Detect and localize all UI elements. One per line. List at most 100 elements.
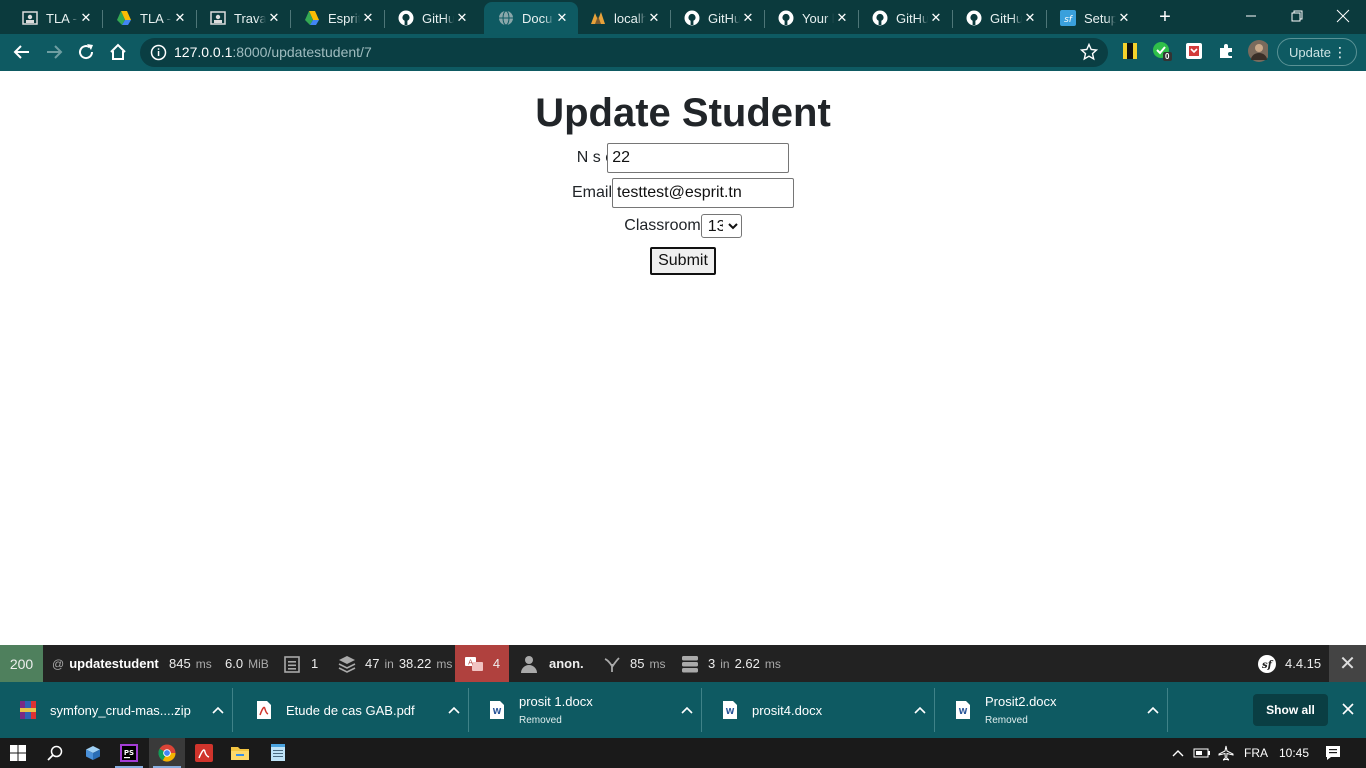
restore-button[interactable]	[1274, 0, 1320, 32]
close-tab-icon[interactable]: ✕	[928, 10, 944, 26]
nsc-input[interactable]	[607, 143, 790, 173]
close-tab-icon[interactable]: ✕	[646, 10, 662, 26]
chevron-up-icon[interactable]	[1138, 706, 1168, 714]
close-tab-icon[interactable]: ✕	[266, 10, 282, 26]
submit-button[interactable]: Submit	[650, 247, 716, 275]
tab-4[interactable]: GitHu ✕	[384, 2, 478, 34]
tab-title: Travai	[234, 10, 266, 26]
chevron-up-icon[interactable]	[439, 706, 469, 714]
close-shelf-button[interactable]	[1338, 699, 1358, 719]
close-window-button[interactable]	[1320, 0, 1366, 32]
show-all-button[interactable]: Show all	[1253, 694, 1328, 726]
tab-1[interactable]: TLA - ✕	[102, 2, 197, 34]
start-button[interactable]	[0, 738, 36, 768]
nsc-row: N s c	[0, 143, 1366, 173]
tab-10[interactable]: GitHu ✕	[952, 2, 1047, 34]
close-tab-icon[interactable]: ✕	[360, 10, 376, 26]
profiler-twig[interactable]: 47 in 38.22 ms	[338, 645, 452, 682]
download-item[interactable]: W Prosit2.docx Removed	[935, 682, 1168, 738]
close-tab-icon[interactable]: ✕	[454, 10, 470, 26]
symfony-icon: sf	[1060, 10, 1076, 26]
info-icon[interactable]	[150, 44, 167, 61]
svg-text:W: W	[726, 707, 735, 716]
tab-7[interactable]: GitHu ✕	[670, 2, 765, 34]
profiler-status[interactable]: 200	[0, 645, 43, 682]
restore-icon	[1291, 10, 1303, 22]
taskbar-app-phpstorm[interactable]: PS	[111, 738, 147, 768]
profiler-events[interactable]: 85 ms	[603, 645, 665, 682]
puzzle-icon[interactable]	[1216, 41, 1236, 61]
tab-5-active[interactable]: Docu ✕	[484, 2, 578, 34]
close-tab-icon[interactable]: ✕	[172, 10, 188, 26]
close-tab-icon[interactable]: ✕	[78, 10, 94, 26]
chevron-up-icon[interactable]	[905, 706, 935, 714]
extension-wallet-icon[interactable]	[1120, 41, 1140, 61]
address-bar[interactable]: 127.0.0.1:8000/updatestudent/7	[140, 38, 1108, 67]
close-tab-icon[interactable]: ✕	[740, 10, 756, 26]
profiler-symfony-version[interactable]: sf 4.4.15	[1258, 645, 1321, 682]
tab-title: GitHu	[990, 10, 1022, 26]
profiler-route[interactable]: @ updatestudent	[43, 645, 159, 682]
tab-8[interactable]: Your l ✕	[764, 2, 859, 34]
classroom-select[interactable]: 13	[700, 214, 742, 238]
home-button[interactable]	[104, 38, 132, 66]
email-input[interactable]	[612, 178, 794, 208]
download-item[interactable]: W prosit 1.docx Removed	[469, 682, 702, 738]
tab-2[interactable]: Travai ✕	[196, 2, 291, 34]
profiler-forms[interactable]: 1	[284, 645, 318, 682]
forms-count: 1	[311, 656, 319, 671]
arrow-right-icon	[47, 45, 63, 59]
airplane-mode-tray[interactable]	[1215, 738, 1237, 768]
star-icon[interactable]	[1080, 43, 1098, 61]
battery-tray[interactable]	[1191, 738, 1213, 768]
minimize-button[interactable]	[1228, 0, 1274, 32]
update-chrome-button[interactable]: Update ⋮	[1277, 38, 1357, 66]
reload-button[interactable]	[72, 38, 100, 66]
errors-count: 4	[492, 656, 501, 671]
chevron-up-icon[interactable]	[672, 706, 702, 714]
close-tab-icon[interactable]: ✕	[1116, 10, 1132, 26]
url-text[interactable]: 127.0.0.1:8000/updatestudent/7	[174, 44, 372, 60]
show-hidden-icons-button[interactable]	[1168, 738, 1188, 768]
taskbar-app-chrome[interactable]	[149, 738, 185, 768]
close-tab-icon[interactable]: ✕	[834, 10, 850, 26]
download-item[interactable]: W prosit4.docx	[702, 682, 935, 738]
clock[interactable]: 10:45	[1276, 738, 1312, 768]
tab-9[interactable]: GitHu ✕	[858, 2, 953, 34]
taskbar-app-3d-viewer[interactable]	[75, 738, 111, 768]
profiler-time[interactable]: 845 ms	[169, 645, 212, 682]
avatar[interactable]	[1248, 40, 1268, 62]
close-tab-icon[interactable]: ✕	[554, 10, 570, 26]
form-clipboard-icon	[284, 655, 300, 673]
input-language[interactable]: FRA	[1241, 738, 1271, 768]
chevron-up-icon[interactable]	[203, 706, 233, 714]
download-separator	[232, 688, 233, 732]
taskbar-app-notepad[interactable]	[260, 738, 296, 768]
taskbar-app-acrobat[interactable]	[186, 738, 222, 768]
forward-button[interactable]	[40, 38, 68, 66]
extension-pocket-icon[interactable]	[1184, 41, 1204, 61]
back-button[interactable]	[8, 38, 36, 66]
action-center-button[interactable]	[1320, 738, 1346, 768]
tab-11[interactable]: sf Setup ✕	[1046, 2, 1140, 34]
profiler-db[interactable]: 3 in 2.62 ms	[681, 645, 781, 682]
profiler-close-button[interactable]: ✕	[1329, 645, 1366, 682]
new-tab-button[interactable]: +	[1154, 6, 1176, 28]
svg-text:W: W	[959, 707, 968, 716]
taskbar-app-file-explorer[interactable]	[222, 738, 258, 768]
extension-shield-icon[interactable]: 0	[1152, 41, 1172, 61]
translation-icon: A	[464, 656, 483, 671]
profiler-memory[interactable]: 6.0 MiB	[225, 645, 269, 682]
templates-time: 38.22	[398, 656, 432, 671]
tab-6[interactable]: localh ✕	[576, 2, 671, 34]
tab-3[interactable]: Esprit ✕	[290, 2, 385, 34]
profiler-security[interactable]: anon.	[520, 645, 584, 682]
download-item[interactable]: Etude de cas GAB.pdf	[236, 682, 469, 738]
profiler-translation-errors[interactable]: A 4	[455, 645, 509, 682]
tab-0[interactable]: TLA - ✕	[8, 2, 103, 34]
reload-icon	[79, 44, 94, 60]
download-item[interactable]: symfony_crud-mas....zip	[0, 682, 233, 738]
close-tab-icon[interactable]: ✕	[1022, 10, 1038, 26]
search-button[interactable]	[37, 738, 73, 768]
tab-title: TLA -	[140, 10, 172, 26]
